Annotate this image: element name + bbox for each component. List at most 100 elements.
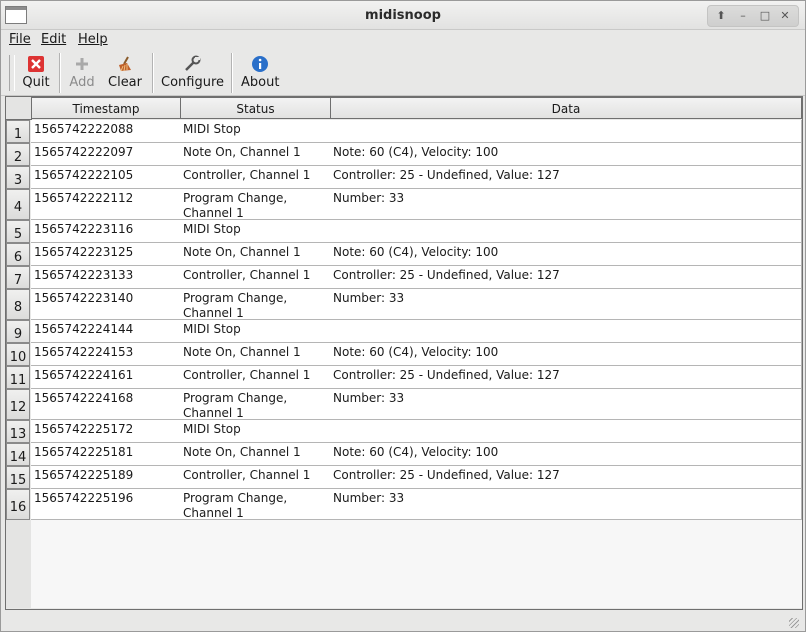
cell-status[interactable]: Program Change, Channel 1 <box>180 389 331 420</box>
table-row[interactable]: 12 1565742224168 Program Change, Channel 1… <box>6 389 802 420</box>
cell-status[interactable]: Note On, Channel 1 <box>180 143 331 166</box>
cell-data[interactable]: Note: 60 (C4), Velocity: 100 <box>330 243 802 266</box>
minimize-icon[interactable]: – <box>734 8 752 24</box>
cell-timestamp[interactable]: 1565742223116 <box>31 220 181 243</box>
row-header[interactable]: 15 <box>6 466 30 489</box>
table-row[interactable]: 13 1565742225172 MIDI Stop <box>6 420 802 443</box>
row-header[interactable]: 2 <box>6 143 30 166</box>
cell-timestamp[interactable]: 1565742224153 <box>31 343 181 366</box>
cell-data[interactable]: Number: 33 <box>330 489 802 520</box>
clear-button[interactable]: Clear <box>107 55 143 93</box>
cell-data[interactable] <box>330 420 802 443</box>
keep-above-icon[interactable]: ⬆ <box>712 8 730 24</box>
cell-status[interactable]: Note On, Channel 1 <box>180 443 331 466</box>
cell-timestamp[interactable]: 1565742225189 <box>31 466 181 489</box>
about-button[interactable]: About <box>241 55 279 93</box>
cell-status[interactable]: Note On, Channel 1 <box>180 243 331 266</box>
cell-data[interactable]: Note: 60 (C4), Velocity: 100 <box>330 143 802 166</box>
close-icon[interactable]: ✕ <box>776 8 794 24</box>
toolbar-grip[interactable] <box>9 55 15 91</box>
table-row[interactable]: 1 1565742222088 MIDI Stop <box>6 120 802 143</box>
cell-timestamp[interactable]: 1565742225196 <box>31 489 181 520</box>
cell-data[interactable]: Controller: 25 - Undefined, Value: 127 <box>330 466 802 489</box>
title-bar[interactable]: midisnoop ⬆ – □ ✕ <box>1 1 805 30</box>
cell-status[interactable]: MIDI Stop <box>180 220 331 243</box>
column-header-data[interactable]: Data <box>330 97 802 119</box>
menu-help[interactable]: Help <box>78 32 108 47</box>
cell-timestamp[interactable]: 1565742224161 <box>31 366 181 389</box>
configure-button[interactable]: Configure <box>161 55 224 93</box>
row-header[interactable]: 13 <box>6 420 30 443</box>
row-header[interactable]: 11 <box>6 366 30 389</box>
table-row[interactable]: 8 1565742223140 Program Change, Channel 1N… <box>6 289 802 320</box>
cell-status[interactable]: MIDI Stop <box>180 420 331 443</box>
cell-status[interactable]: Program Change, Channel 1 <box>180 289 331 320</box>
cell-data[interactable] <box>330 120 802 143</box>
row-header[interactable]: 12 <box>6 389 30 420</box>
cell-data[interactable]: Number: 33 <box>330 189 802 220</box>
table-row[interactable]: 10 1565742224153 Note On, Channel 1 Note: 6… <box>6 343 802 366</box>
table-row[interactable]: 2 1565742222097 Note On, Channel 1 Note: 60… <box>6 143 802 166</box>
cell-timestamp[interactable]: 1565742223133 <box>31 266 181 289</box>
row-header[interactable]: 16 <box>6 489 30 520</box>
row-header[interactable]: 8 <box>6 289 30 320</box>
menu-edit[interactable]: Edit <box>41 32 66 47</box>
row-header[interactable]: 7 <box>6 266 30 289</box>
cell-timestamp[interactable]: 1565742223140 <box>31 289 181 320</box>
table-row[interactable]: 9 1565742224144 MIDI Stop <box>6 320 802 343</box>
cell-data[interactable]: Controller: 25 - Undefined, Value: 127 <box>330 366 802 389</box>
table-row[interactable]: 7 1565742223133 Controller, Channel 1 Contr… <box>6 266 802 289</box>
quit-button[interactable]: Quit <box>21 55 51 93</box>
cell-data[interactable] <box>330 220 802 243</box>
cell-data[interactable]: Number: 33 <box>330 389 802 420</box>
cell-status[interactable]: Controller, Channel 1 <box>180 466 331 489</box>
cell-timestamp[interactable]: 1565742224168 <box>31 389 181 420</box>
row-header[interactable]: 9 <box>6 320 30 343</box>
column-header-status[interactable]: Status <box>180 97 331 119</box>
cell-status[interactable]: Controller, Channel 1 <box>180 366 331 389</box>
cell-timestamp[interactable]: 1565742224144 <box>31 320 181 343</box>
table-empty-area[interactable] <box>31 520 802 608</box>
table-row[interactable]: 5 1565742223116 MIDI Stop <box>6 220 802 243</box>
cell-status[interactable]: Controller, Channel 1 <box>180 266 331 289</box>
cell-timestamp[interactable]: 1565742222097 <box>31 143 181 166</box>
cell-data[interactable]: Controller: 25 - Undefined, Value: 127 <box>330 166 802 189</box>
cell-status[interactable]: Program Change, Channel 1 <box>180 489 331 520</box>
column-header-timestamp[interactable]: Timestamp <box>31 97 181 119</box>
cell-timestamp[interactable]: 1565742225172 <box>31 420 181 443</box>
cell-timestamp[interactable]: 1565742222105 <box>31 166 181 189</box>
table-row[interactable]: 15 1565742225189 Controller, Channel 1 Cont… <box>6 466 802 489</box>
cell-status[interactable]: MIDI Stop <box>180 120 331 143</box>
table-row[interactable]: 6 1565742223125 Note On, Channel 1 Note: 60… <box>6 243 802 266</box>
row-header[interactable]: 14 <box>6 443 30 466</box>
row-header[interactable]: 6 <box>6 243 30 266</box>
cell-status[interactable]: Controller, Channel 1 <box>180 166 331 189</box>
row-header[interactable]: 1 <box>6 120 30 143</box>
cell-data[interactable]: Note: 60 (C4), Velocity: 100 <box>330 443 802 466</box>
table-corner[interactable] <box>6 97 32 120</box>
cell-data[interactable] <box>330 320 802 343</box>
row-header[interactable]: 4 <box>6 189 30 220</box>
cell-timestamp[interactable]: 1565742223125 <box>31 243 181 266</box>
table-row[interactable]: 4 1565742222112 Program Change, Channel 1N… <box>6 189 802 220</box>
table-row[interactable]: 11 1565742224161 Controller, Channel 1 Cont… <box>6 366 802 389</box>
cell-status[interactable]: Program Change, Channel 1 <box>180 189 331 220</box>
cell-data[interactable]: Controller: 25 - Undefined, Value: 127 <box>330 266 802 289</box>
row-header[interactable]: 10 <box>6 343 30 366</box>
cell-timestamp[interactable]: 1565742222112 <box>31 189 181 220</box>
cell-data[interactable]: Note: 60 (C4), Velocity: 100 <box>330 343 802 366</box>
cell-status[interactable]: MIDI Stop <box>180 320 331 343</box>
cell-data[interactable]: Number: 33 <box>330 289 802 320</box>
row-header[interactable]: 3 <box>6 166 30 189</box>
table-row[interactable]: 16 1565742225196 Program Change, Channel 1… <box>6 489 802 520</box>
maximize-icon[interactable]: □ <box>756 8 774 24</box>
table-row[interactable]: 3 1565742222105 Controller, Channel 1 Contr… <box>6 166 802 189</box>
add-button[interactable]: Add <box>67 55 97 93</box>
cell-timestamp[interactable]: 1565742225181 <box>31 443 181 466</box>
cell-status[interactable]: Note On, Channel 1 <box>180 343 331 366</box>
row-header[interactable]: 5 <box>6 220 30 243</box>
message-table[interactable]: Timestamp Status Data 1 1565742222088 MIDI… <box>5 96 803 610</box>
menu-file[interactable]: File <box>9 32 31 47</box>
cell-timestamp[interactable]: 1565742222088 <box>31 120 181 143</box>
table-row[interactable]: 14 1565742225181 Note On, Channel 1 Note: 6… <box>6 443 802 466</box>
